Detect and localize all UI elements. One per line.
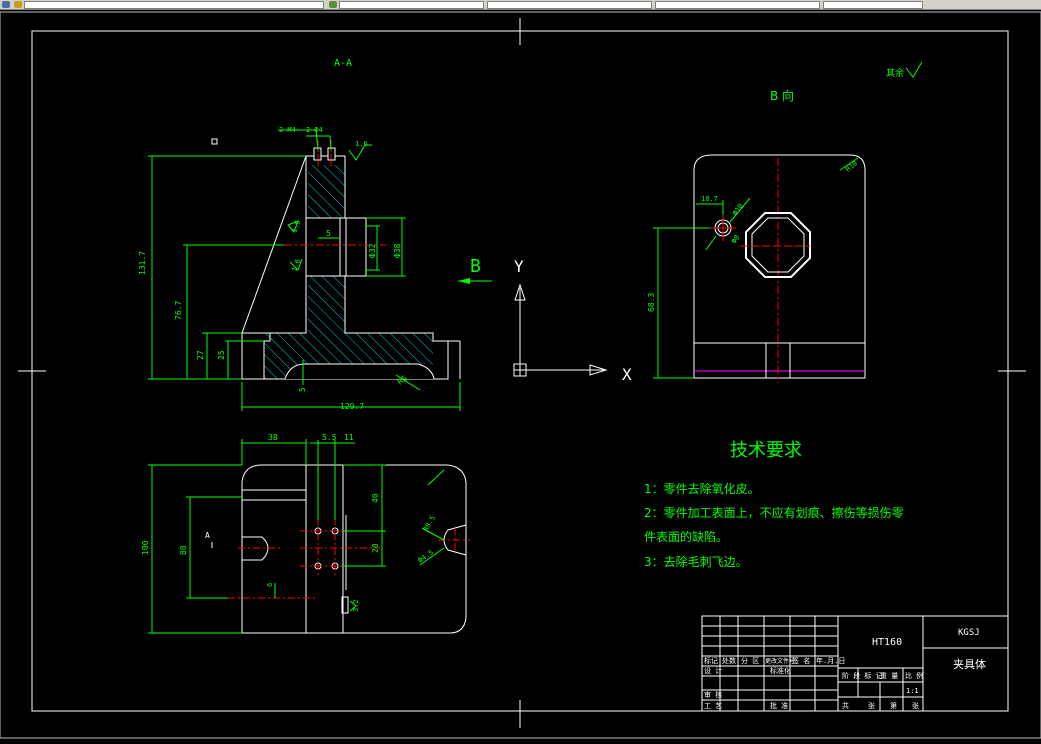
part-name: 夹具体 [953,657,986,671]
dim-40: 40 [371,493,380,503]
dim-6: 6 [266,583,274,587]
scale: 1:1 [906,687,919,695]
dim-100: 100 [141,540,150,555]
dim-38: 38 [268,433,278,442]
tb-header-4: 签 名 [792,656,810,665]
view-b-label: B 向 [770,88,794,103]
dim-11: 11 [344,433,354,442]
frame-ticks [18,18,1026,728]
tb-header-3: 更改文件号 [765,657,795,665]
tb-stage-1: 重 量 [880,672,898,680]
material: HT160 [872,637,902,648]
requirements-title: 技术要求 [730,440,802,461]
tb-sheet-1: 张 [868,701,875,710]
dim-phi8: Ф8 [730,234,741,246]
linetype-dropdown[interactable] [487,0,652,9]
axis-y-label: Y [514,257,524,276]
tb-review: 审 核 [704,690,722,699]
arrow-b-head [458,278,470,284]
tb-stage-0: 阶 段 标 记 [842,671,883,680]
marker-square [211,138,218,145]
b-view: 18.7 Ф10 Ф8 R10 68.3 [647,154,866,383]
dim-25: 25 [217,350,226,360]
dim-phi32: Ф32 [368,243,377,258]
drawing-canvas[interactable]: A-A B 向 其余 131.7 76.7 27 25 129.7 Ф38 Ф3… [0,9,1041,740]
dim-width: 129.7 [340,402,364,411]
tb-sheet-3: 张 [912,701,919,710]
plotstyle-dropdown[interactable] [823,0,923,9]
tb-standard: 标准化 [770,666,791,675]
tb-sheet-2: 第 [890,701,897,710]
axis-x-label: X [622,365,632,384]
dim-18-7: 18.7 [701,195,718,203]
tb-design: 设 计 [704,666,722,675]
dim-27: 27 [196,350,205,360]
dim-r10: R10 [844,159,859,173]
layer-icon[interactable] [2,1,10,8]
dim-r8-5: R8.5 [422,514,437,533]
requirement-item-2: 2：零件加工表面上，不应有划痕、擦伤等损伤零 [644,505,904,520]
dim-height-mid: 76.7 [174,301,183,320]
roughness-note: 其余 [886,67,904,79]
dim-phi4-5: Ф4.5 [417,548,435,564]
layer-dropdown[interactable] [24,0,324,9]
ucs-icon: Y X [513,257,632,384]
title-block-text: HT160 KGSJ 夹具体 1:1 标记 处数 分 区 更改文件号 签 名 年… [704,628,986,710]
dim-68-3: 68.3 [647,293,656,312]
label-a: A [205,531,210,540]
dim-5-5: 5.5 [322,433,337,442]
plan-view: 38 5.5 11 40 20 100 80 6 R8.5 Ф4.5 3.2 A [141,433,470,634]
requirement-item-2-cont: 件表面的缺陷。 [644,529,728,544]
lineweight-dropdown[interactable] [655,0,820,9]
arrow-b-label: B [470,256,481,277]
linetype-icon[interactable] [329,1,337,8]
rough-left-b: 1.6 [290,258,302,273]
dim-80: 80 [179,545,188,555]
tb-stage-2: 比 例 [905,671,923,680]
roughness-symbol [905,61,923,78]
dim-height-total: 131.7 [138,251,147,275]
tb-craft: 工 艺 [704,702,722,710]
tb-header-5: 年.月.日 [816,656,845,665]
color-icon[interactable] [14,1,22,8]
tb-header-1: 处数 [722,656,736,665]
dim-20: 20 [371,543,380,553]
color-dropdown[interactable] [339,0,484,9]
tb-header-0: 标记 [704,656,718,665]
section-label: A-A [334,58,352,69]
tb-sheet-0: 共 [842,701,849,710]
dim-phi38: Ф38 [393,243,402,258]
dim-phi10: Ф10 [731,202,745,217]
requirement-item-3: 3：去除毛刺飞边。 [644,554,748,569]
leader-m4: 2-M4 [279,126,296,134]
requirement-item-1: 1：零件去除氧化皮。 [644,481,760,496]
requirements: 技术要求 1：零件去除氧化皮。 2：零件加工表面上，不应有划痕、擦伤等损伤零 件… [644,440,904,569]
dim-5-bottom: 5 [298,387,307,392]
cad-drawing: A-A B 向 其余 131.7 76.7 27 25 129.7 Ф38 Ф3… [0,11,1041,739]
dim-5-left: 5 [326,229,331,238]
rough-top: 1.6 [355,140,368,148]
tb-header-2: 分 区 [741,656,759,665]
company: KGSJ [958,628,980,638]
section-view: 131.7 76.7 27 25 129.7 Ф38 Ф32 5 5 R5 2-… [138,126,461,411]
leader-phi4: 2-Ф4 [306,126,323,134]
tb-approve: 批 准 [770,701,788,710]
